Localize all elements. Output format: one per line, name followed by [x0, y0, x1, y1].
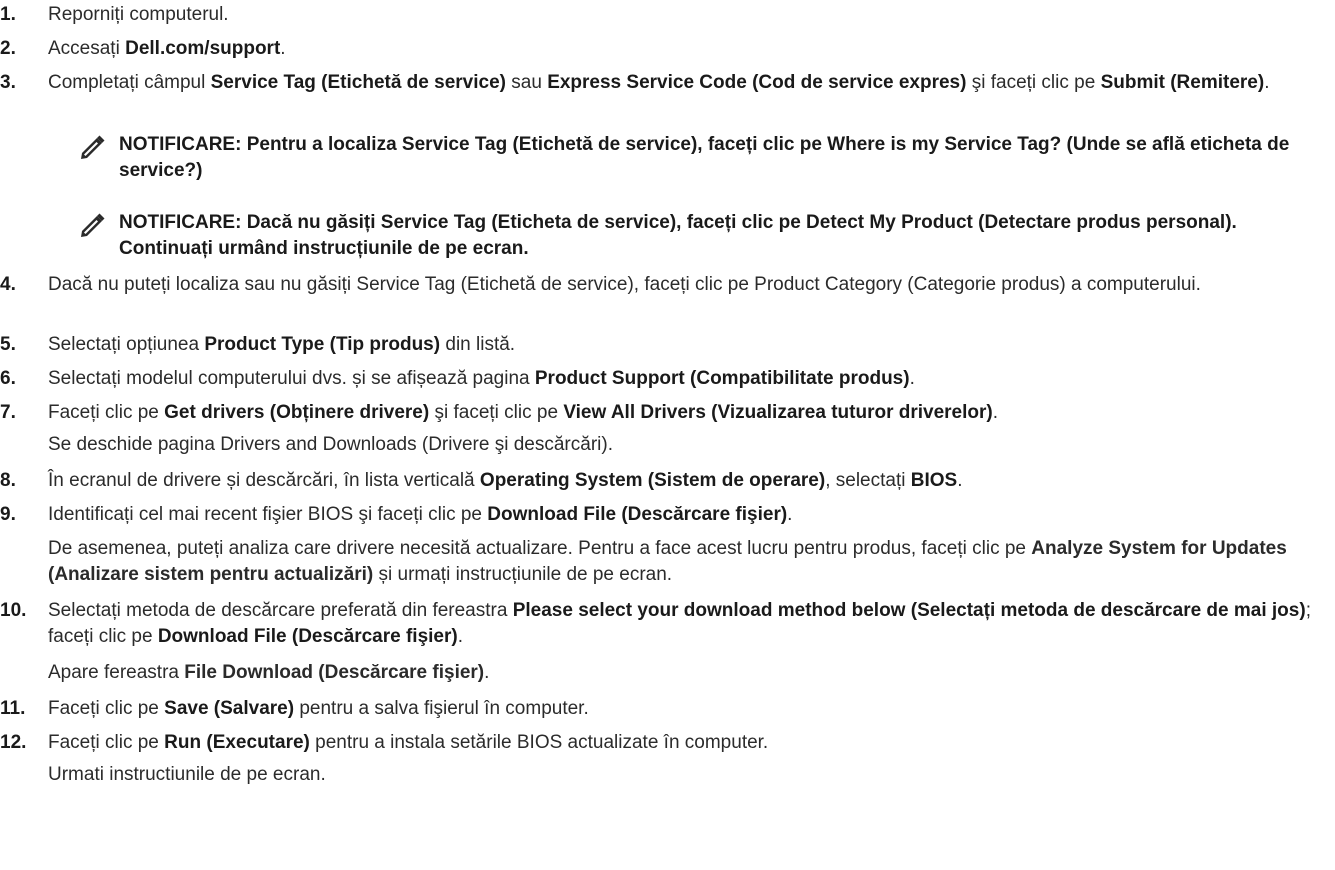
- bold-term: Submit (Remitere): [1100, 72, 1265, 93]
- step-2: 2. Accesați Dell.com/support.: [0, 36, 1335, 62]
- step-number: 2.: [0, 38, 16, 59]
- pencil-note-icon: [80, 134, 106, 160]
- bold-term: Service Tag (Etichetă de service): [210, 72, 506, 93]
- bold-term: Save (Salvare): [164, 698, 295, 719]
- note-text: NOTIFICARE: Pentru a localiza Service Ta…: [119, 134, 1290, 181]
- bold-term: Product Type (Tip produs): [204, 334, 441, 355]
- pencil-note-icon: [80, 212, 106, 238]
- step-number: 11.: [0, 698, 26, 719]
- step-text: Faceți clic pe Save (Salvare) pentru a s…: [48, 698, 589, 719]
- bold-term: File Download (Descărcare fişier): [184, 662, 485, 683]
- step-text: Reporniți computerul.: [48, 4, 229, 25]
- bold-term: Download File (Descărcare fişier): [157, 626, 458, 647]
- step-number: 1.: [0, 4, 16, 25]
- step-6: 6. Selectați modelul computerului dvs. ș…: [0, 366, 1335, 392]
- bold-term: Product Support (Compatibilitate produs): [534, 368, 910, 389]
- step-3: 3. Completați câmpul Service Tag (Etiche…: [0, 70, 1335, 96]
- bold-term: Dell.com/support: [125, 38, 281, 59]
- bold-term: Express Service Code (Cod de service exp…: [547, 72, 967, 93]
- step-number: 10.: [0, 600, 27, 621]
- step-number: 9.: [0, 504, 16, 525]
- step-7: 7. Faceți clic pe Get drivers (Obținere …: [0, 400, 1335, 426]
- step-12: 12. Faceți clic pe Run (Executare) pentr…: [0, 730, 1335, 756]
- step-number: 8.: [0, 470, 16, 491]
- bold-term: BIOS: [910, 470, 958, 491]
- step-text: Faceți clic pe Get drivers (Obținere dri…: [48, 402, 999, 423]
- step-text: Identificați cel mai recent fişier BIOS …: [48, 504, 793, 525]
- bold-term: Operating System (Sistem de operare): [479, 470, 826, 491]
- step-number: 6.: [0, 368, 16, 389]
- step-11: 11. Faceți clic pe Save (Salvare) pentru…: [0, 696, 1335, 722]
- step-text: Completați câmpul Service Tag (Etichetă …: [48, 72, 1270, 93]
- step-5: 5. Selectați opțiunea Product Type (Tip …: [0, 332, 1335, 358]
- step-number: 5.: [0, 334, 16, 355]
- bold-term: Get drivers (Obținere drivere): [164, 402, 430, 423]
- step-text: Selectați opțiunea Product Type (Tip pro…: [48, 334, 516, 355]
- step-12-result: Urmati instructiunile de pe ecran.: [48, 764, 326, 785]
- step-text: Dacă nu puteți localiza sau nu găsiți Se…: [48, 274, 1201, 295]
- note-2: NOTIFICARE: Dacă nu găsiți Service Tag (…: [80, 210, 1330, 262]
- step-text: Selectați metoda de descărcare preferată…: [48, 600, 1311, 647]
- step-text: În ecranul de drivere și descărcări, în …: [48, 470, 963, 491]
- note-text: NOTIFICARE: Dacă nu găsiți Service Tag (…: [119, 212, 1237, 259]
- step-8: 8. În ecranul de drivere și descărcări, …: [0, 468, 1335, 494]
- bold-term: Run (Executare): [164, 732, 310, 753]
- step-number: 7.: [0, 402, 16, 423]
- instructions-page: 1. Reporniți computerul. 2. Accesați Del…: [0, 0, 1335, 870]
- step-7-result: Se deschide pagina Drivers and Downloads…: [48, 434, 613, 455]
- step-10: 10. Selectați metoda de descărcare prefe…: [0, 598, 1335, 650]
- bold-term: Download File (Descărcare fişier): [487, 504, 788, 525]
- step-number: 12.: [0, 732, 27, 753]
- note-1: NOTIFICARE: Pentru a localiza Service Ta…: [80, 132, 1330, 184]
- step-text: Accesați Dell.com/support.: [48, 38, 286, 59]
- bold-term: View All Drivers (Vizualizarea tuturor d…: [563, 402, 993, 423]
- step-9: 9. Identificați cel mai recent fişier BI…: [0, 502, 1335, 528]
- step-number: 3.: [0, 72, 16, 93]
- step-10-result: Apare fereastra File Download (Descărcar…: [48, 662, 490, 683]
- step-1: 1. Reporniți computerul.: [0, 2, 1335, 28]
- step-4: 4. Dacă nu puteți localiza sau nu găsiți…: [0, 272, 1335, 298]
- bold-term: Analyze System for Updates (Analizare si…: [48, 538, 1287, 585]
- bold-term: Please select your download method below…: [512, 600, 1306, 621]
- step-text: Selectați modelul computerului dvs. și s…: [48, 368, 915, 389]
- step-9-info: De asemenea, puteți analiza care drivere…: [48, 538, 1287, 585]
- step-text: Faceți clic pe Run (Executare) pentru a …: [48, 732, 769, 753]
- step-number: 4.: [0, 274, 16, 295]
